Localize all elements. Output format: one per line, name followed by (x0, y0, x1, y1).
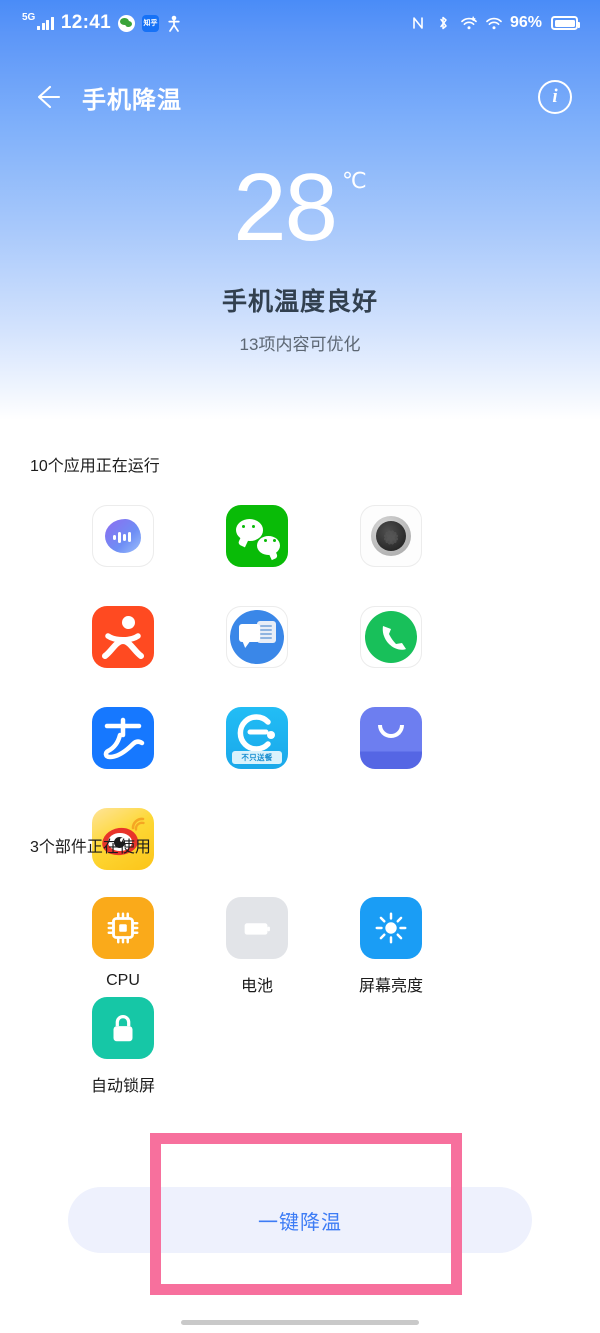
app-item[interactable] (56, 606, 190, 707)
phone-handset-icon[interactable] (360, 606, 422, 668)
parts-in-use-grid: CPU 电池 屏幕亮度 自动锁屏 (56, 897, 556, 1097)
zhihu-notification-icon: 知乎 (141, 14, 159, 32)
app-item[interactable] (190, 505, 324, 606)
status-bar-left: 5G 12:41 知乎 (22, 12, 182, 34)
parts-in-use-title: 3个部件正在使用 (30, 839, 151, 856)
home-indicator[interactable] (181, 1320, 419, 1325)
part-item-cpu[interactable]: CPU (56, 897, 190, 997)
status-bar-right: 96% (410, 14, 580, 32)
app-item[interactable] (56, 505, 190, 606)
app-item[interactable] (324, 505, 458, 606)
voice-blob-icon[interactable] (92, 505, 154, 567)
battery-icon[interactable] (226, 897, 288, 959)
app-bar: 手机降温 i (0, 62, 600, 132)
part-label: 电池 (240, 978, 273, 995)
wechat-notification-icon (117, 14, 135, 32)
app-item[interactable] (324, 606, 458, 707)
wifi-icon (485, 15, 502, 31)
app-item[interactable] (190, 606, 324, 707)
part-item-battery[interactable]: 电池 (190, 897, 324, 997)
part-label: 自动锁屏 (90, 1078, 155, 1095)
brightness-sun-icon[interactable] (360, 897, 422, 959)
back-button[interactable] (28, 79, 64, 115)
nfc-icon (410, 15, 426, 31)
camera-icon[interactable] (360, 505, 422, 567)
bluetooth-icon (435, 15, 451, 31)
part-label: CPU (106, 972, 140, 989)
app-item[interactable] (56, 808, 190, 909)
alipay-zhi-icon[interactable] (92, 707, 154, 769)
shopping-bag-icon[interactable] (360, 707, 422, 769)
app-item[interactable] (56, 707, 190, 808)
wifi-plus-icon (460, 15, 477, 31)
page-title: 手机降温 (82, 86, 182, 114)
optimizable-items-text: 13项内容可优化 (239, 335, 361, 354)
part-item-brightness[interactable]: 屏幕亮度 (324, 897, 458, 997)
part-label: 屏幕亮度 (358, 978, 423, 995)
one-click-cool-button[interactable]: 一键降温 (68, 1187, 532, 1253)
arrow-left-icon (37, 85, 61, 109)
temperature-status-text: 手机温度良好 (221, 288, 378, 316)
temperature-summary: 28 ℃ 手机温度良好 13项内容可优化 (0, 160, 600, 355)
signal-bars-icon (37, 16, 54, 30)
wechat-icon[interactable] (226, 505, 288, 567)
running-apps-title: 10个应用正在运行 (30, 458, 160, 475)
app-item[interactable] (324, 707, 458, 808)
temperature-value: 28 (233, 154, 338, 261)
part-item-autolock[interactable]: 自动锁屏 (56, 997, 190, 1097)
cpu-chip-icon[interactable] (92, 897, 154, 959)
temperature-unit: ℃ (342, 168, 367, 193)
battery-percent-label: 96% (509, 14, 542, 31)
status-bar-clock: 12:41 (60, 12, 111, 33)
eleme-e-icon[interactable]: 不只送餐 (226, 707, 288, 769)
eleme-badge-label: 不只送餐 (232, 751, 282, 764)
info-button[interactable]: i (538, 80, 572, 114)
temperature-reading: 28 ℃ (233, 160, 367, 256)
person-notification-icon (166, 15, 182, 32)
dianping-person-icon[interactable] (92, 606, 154, 668)
network-type-label: 5G (22, 12, 36, 23)
message-bubble-icon[interactable] (226, 606, 288, 668)
battery-icon (551, 16, 580, 30)
status-bar: 5G 12:41 知乎 96% (0, 0, 600, 46)
lock-icon[interactable] (92, 997, 154, 1059)
app-item[interactable]: 不只送餐 (190, 707, 324, 808)
